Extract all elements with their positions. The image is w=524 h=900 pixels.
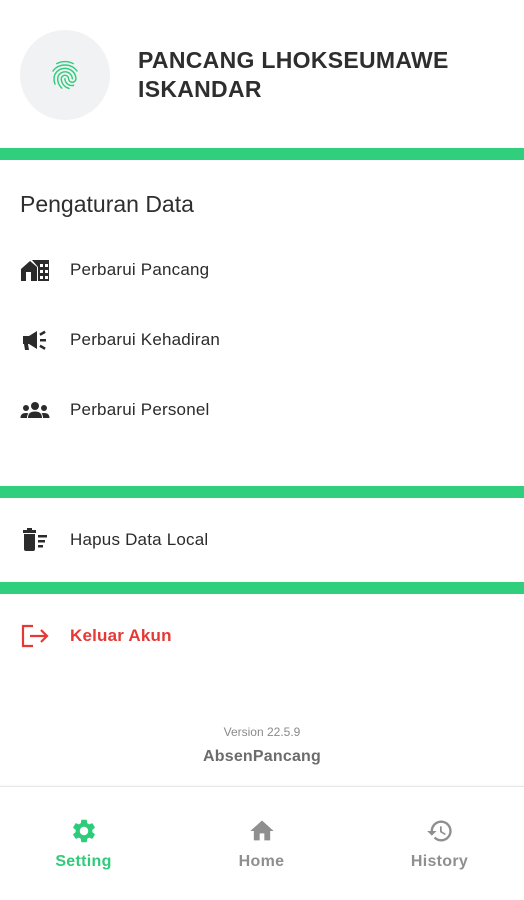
- bottom-navigation: Setting Home History: [0, 786, 524, 900]
- update-attendance-label: Perbarui Kehadiran: [70, 330, 221, 349]
- building-icon: [20, 257, 50, 283]
- logout-label: Keluar Akun: [70, 626, 172, 645]
- clear-local-data-button[interactable]: Hapus Data Local: [0, 512, 524, 568]
- update-attendance-button[interactable]: Perbarui Kehadiran: [0, 312, 524, 368]
- group-icon: [20, 397, 50, 423]
- nav-tab-history[interactable]: History: [352, 787, 524, 900]
- nav-tab-setting-label: Setting: [55, 853, 112, 870]
- delete-sweep-icon: [20, 527, 50, 553]
- app-version: Version 22.5.9: [223, 725, 301, 739]
- profile-header: PANCANG LHOKSEUMAWE ISKANDAR: [0, 0, 524, 148]
- update-personnel-label: Perbarui Personel: [70, 400, 210, 419]
- data-settings-title: Pengaturan Data: [20, 191, 194, 217]
- logout-icon: [20, 623, 50, 649]
- section-divider: [0, 148, 524, 160]
- section-divider: [0, 582, 524, 594]
- section-divider: [0, 486, 524, 498]
- app-name: AbsenPancang: [203, 748, 321, 765]
- clear-local-data-label: Hapus Data Local: [70, 530, 209, 549]
- avatar: [20, 30, 110, 120]
- logout-button[interactable]: Keluar Akun: [0, 608, 524, 664]
- history-icon: [426, 817, 454, 845]
- nav-tab-history-label: History: [410, 853, 469, 870]
- megaphone-icon: [20, 327, 50, 353]
- nav-tab-setting[interactable]: Setting: [0, 787, 171, 900]
- station-name-line1: PANCANG LHOKSEUMAWE: [138, 47, 449, 73]
- settings-screen: PANCANG LHOKSEUMAWE ISKANDAR Pengaturan …: [0, 0, 524, 900]
- nav-tab-home-label: Home: [238, 853, 285, 870]
- update-pancang-label: Perbarui Pancang: [70, 260, 210, 279]
- fingerprint-icon: [52, 60, 78, 90]
- gear-icon: [70, 817, 98, 845]
- station-name-line2: ISKANDAR: [138, 76, 262, 102]
- update-pancang-button[interactable]: Perbarui Pancang: [0, 242, 524, 298]
- update-personnel-button[interactable]: Perbarui Personel: [0, 382, 524, 438]
- station-name: PANCANG LHOKSEUMAWE ISKANDAR: [138, 46, 508, 104]
- nav-tab-home[interactable]: Home: [174, 787, 349, 900]
- home-icon: [248, 817, 276, 845]
